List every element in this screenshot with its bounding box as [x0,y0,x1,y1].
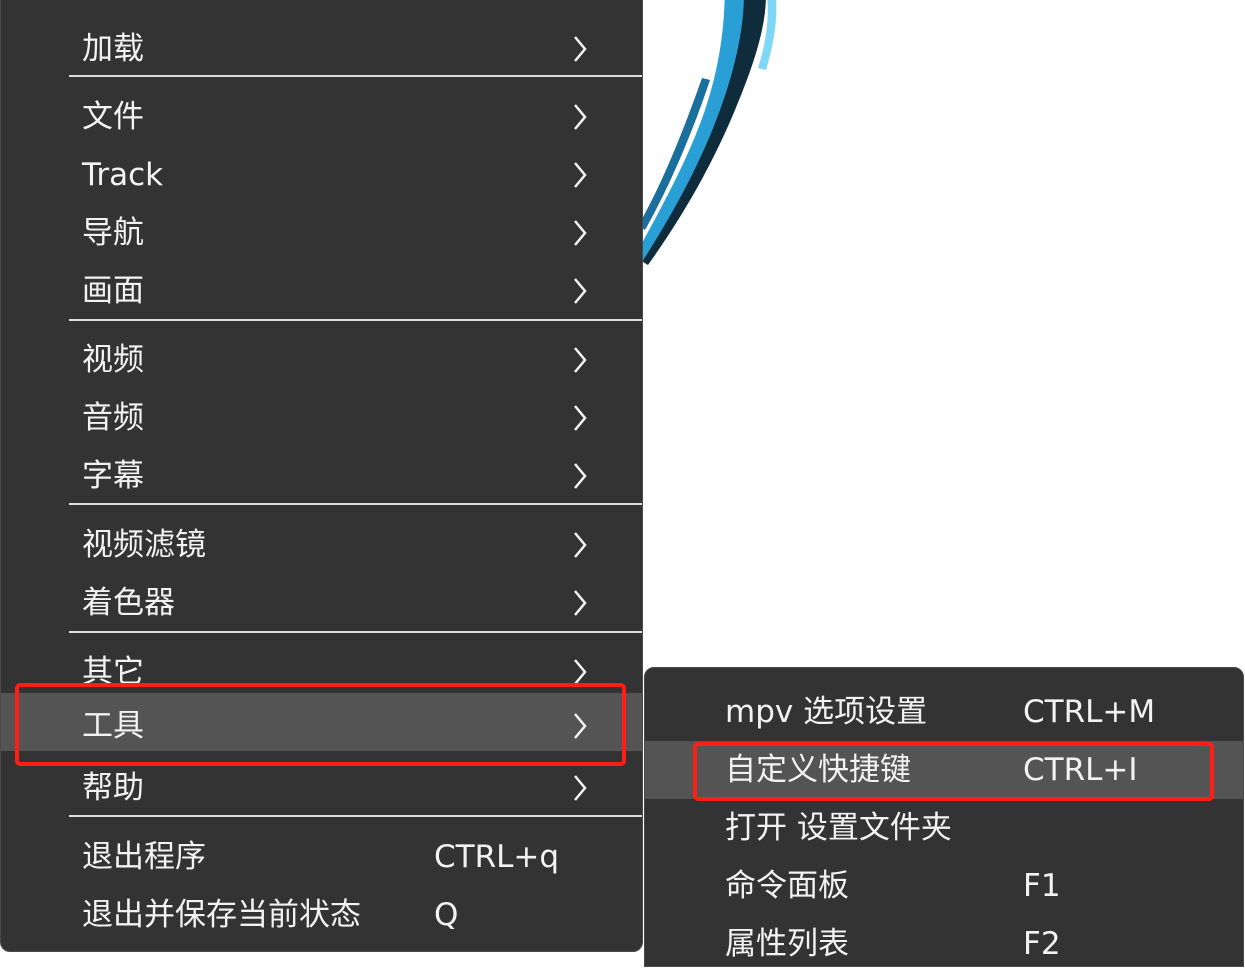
menu-item-navigation[interactable]: 导航 [1,204,642,262]
menu-item-label: 退出程序 [82,839,206,875]
menu-item-label: mpv 选项设置 [725,694,928,730]
menu-item-shortcut: CTRL+M [1023,694,1156,730]
menu-item-help[interactable]: 帮助 [1,759,642,817]
chevron-right-icon [565,574,595,632]
menu-item-tools[interactable]: 工具 [1,693,642,751]
menu-item-quit[interactable]: 退出程序 CTRL+q [1,828,642,886]
menu-item-label: 工具 [82,708,144,744]
menu-separator [69,815,642,817]
menu-separator [69,75,642,77]
menu-item-label: 打开 设置文件夹 [725,810,952,846]
menu-item-video[interactable]: 视频 [1,331,642,389]
submenu-item-command-palette[interactable]: 命令面板 F1 [645,857,1243,915]
menu-separator [69,631,642,633]
chevron-right-icon [565,20,595,78]
menu-item-shaders[interactable]: 着色器 [1,574,642,632]
submenu-item-custom-shortcuts[interactable]: 自定义快捷键 CTRL+I [645,741,1243,799]
context-menu: 加载 文件 Track 导航 画面 视频 音频 字幕 视频滤镜 着色器 其它 工… [0,0,643,952]
menu-item-label: 加载 [82,31,144,67]
menu-item-shortcut: F2 [1023,926,1061,962]
chevron-right-icon [565,331,595,389]
menu-item-label: 视频 [82,342,144,378]
menu-item-video-filters[interactable]: 视频滤镜 [1,516,642,574]
menu-item-shortcut: CTRL+q [434,839,560,875]
menu-item-label: Track [82,157,164,193]
menu-item-quit-save-state[interactable]: 退出并保存当前状态 Q [1,886,642,944]
chevron-right-icon [565,697,595,755]
menu-item-label: 退出并保存当前状态 [82,897,361,933]
menu-item-label: 画面 [82,273,144,309]
chevron-right-icon [565,204,595,262]
menu-item-label: 字幕 [82,458,144,494]
chevron-right-icon [565,389,595,447]
menu-item-label: 帮助 [82,770,144,806]
menu-item-picture[interactable]: 画面 [1,262,642,320]
menu-item-shortcut: Q [434,897,459,933]
menu-item-file[interactable]: 文件 [1,88,642,146]
menu-item-label: 文件 [82,99,144,135]
submenu-item-mpv-options[interactable]: mpv 选项设置 CTRL+M [645,683,1243,741]
chevron-right-icon [565,88,595,146]
chevron-right-icon [565,146,595,204]
menu-item-shortcut: F1 [1023,868,1061,904]
menu-item-label: 自定义快捷键 [725,752,911,788]
menu-item-label: 命令面板 [725,868,849,904]
menu-item-audio[interactable]: 音频 [1,389,642,447]
menu-item-load[interactable]: 加载 [1,20,642,78]
menu-separator [69,503,642,505]
menu-item-shortcut: CTRL+I [1023,752,1138,788]
menu-item-track[interactable]: Track [1,146,642,204]
menu-item-label: 属性列表 [725,926,849,962]
menu-separator [69,319,642,321]
menu-item-label: 着色器 [82,585,175,621]
chevron-right-icon [565,516,595,574]
chevron-right-icon [565,759,595,817]
menu-item-label: 音频 [82,400,144,436]
menu-item-label: 导航 [82,215,144,251]
menu-item-subtitles[interactable]: 字幕 [1,447,642,505]
chevron-right-icon [565,262,595,320]
submenu-item-open-settings-folder[interactable]: 打开 设置文件夹 [645,799,1243,857]
submenu-item-property-list[interactable]: 属性列表 F2 [645,915,1243,973]
menu-item-label: 视频滤镜 [82,527,206,563]
tools-submenu: mpv 选项设置 CTRL+M 自定义快捷键 CTRL+I 打开 设置文件夹 命… [644,667,1244,967]
chevron-right-icon [565,447,595,505]
